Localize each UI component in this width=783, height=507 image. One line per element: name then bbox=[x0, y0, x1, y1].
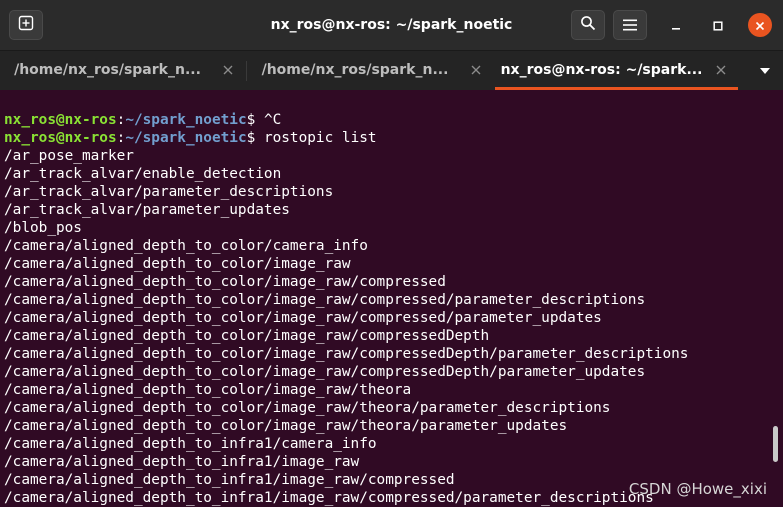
tab-2[interactable]: /home/nx_ros/spark_n... bbox=[247, 51, 493, 90]
command-text: rostopic list bbox=[255, 130, 377, 146]
tab-close-icon[interactable] bbox=[221, 63, 235, 77]
minimize-icon bbox=[671, 16, 681, 35]
output-line: /blob_pos bbox=[4, 220, 82, 236]
search-button[interactable] bbox=[571, 10, 605, 40]
tab-close-icon[interactable] bbox=[714, 63, 728, 77]
prompt-colon: : bbox=[116, 112, 126, 128]
prompt-colon: : bbox=[116, 130, 126, 146]
output-line: /camera/aligned_depth_to_infra1/camera_i… bbox=[4, 436, 377, 452]
new-tab-button[interactable] bbox=[9, 10, 43, 40]
minimize-button[interactable] bbox=[664, 13, 688, 37]
tab-close-icon[interactable] bbox=[469, 63, 483, 77]
output-line: /camera/aligned_depth_to_color/image_raw… bbox=[4, 346, 689, 362]
command-line: nx_ros@nx-ros:~/spark_noetic$ rostopic l… bbox=[4, 129, 769, 147]
output-line: /camera/aligned_depth_to_color/image_raw… bbox=[4, 382, 412, 398]
close-button[interactable] bbox=[748, 13, 772, 37]
prompt-path: ~/spark_noetic bbox=[125, 130, 247, 146]
search-icon bbox=[580, 15, 596, 35]
output-line: /camera/aligned_depth_to_color/image_raw… bbox=[4, 310, 602, 326]
output-line: /ar_track_alvar/parameter_descriptions bbox=[4, 184, 334, 200]
output-line: /camera/aligned_depth_to_color/image_raw… bbox=[4, 274, 446, 290]
watermark: CSDN @Howe_xixi bbox=[628, 480, 767, 498]
new-tab-icon bbox=[18, 15, 34, 35]
prompt-path: ~/spark_noetic bbox=[125, 112, 247, 128]
output-line: /camera/aligned_depth_to_color/image_raw… bbox=[4, 328, 490, 344]
tab-3-active[interactable]: nx_ros@nx-ros: ~/spark... bbox=[495, 51, 738, 90]
tab-label: /home/nx_ros/spark_n... bbox=[261, 62, 449, 78]
maximize-button[interactable] bbox=[706, 13, 730, 37]
command-line: nx_ros@nx-ros:~/spark_noetic$ ^C bbox=[4, 111, 769, 129]
scrollbar-thumb[interactable] bbox=[773, 426, 778, 462]
output-line: /ar_track_alvar/parameter_updates bbox=[4, 202, 290, 218]
output-line: /camera/aligned_depth_to_infra1/image_ra… bbox=[4, 454, 360, 470]
output-line: /camera/aligned_depth_to_color/image_raw… bbox=[4, 418, 568, 434]
output-line: /camera/aligned_depth_to_color/image_raw bbox=[4, 256, 351, 272]
output-line: /ar_pose_marker bbox=[4, 148, 134, 164]
close-icon bbox=[755, 16, 765, 35]
command-text: ^C bbox=[255, 112, 282, 128]
terminal-output[interactable]: nx_ros@nx-ros:~/spark_noetic$ ^C nx_ros@… bbox=[0, 90, 783, 507]
maximize-icon bbox=[713, 16, 723, 35]
output-line: /ar_track_alvar/enable_detection bbox=[4, 166, 282, 182]
prompt-user-host: nx_ros@nx-ros bbox=[4, 130, 117, 146]
prompt-symbol: $ bbox=[246, 112, 256, 128]
prompt-symbol: $ bbox=[246, 130, 256, 146]
output-line: /camera/aligned_depth_to_color/image_raw… bbox=[4, 292, 646, 308]
tab-label: /home/nx_ros/spark_n... bbox=[14, 62, 201, 78]
tab-bar: /home/nx_ros/spark_n... /home/nx_ros/spa… bbox=[0, 50, 783, 90]
terminal-window: nx_ros@nx-ros: ~/spark_noetic /home/nx_r… bbox=[0, 0, 783, 507]
tab-label: nx_ros@nx-ros: ~/spark... bbox=[500, 62, 703, 78]
prompt-user-host: nx_ros@nx-ros bbox=[4, 112, 117, 128]
output-line: /camera/aligned_depth_to_color/image_raw… bbox=[4, 400, 611, 416]
output-line: /camera/aligned_depth_to_color/camera_in… bbox=[4, 238, 368, 254]
hamburger-menu-icon bbox=[623, 16, 637, 35]
chevron-down-icon[interactable] bbox=[757, 63, 773, 79]
tab-1[interactable]: /home/nx_ros/spark_n... bbox=[0, 51, 245, 90]
output-line: /camera/aligned_depth_to_color/image_raw… bbox=[4, 364, 646, 380]
title-bar[interactable]: nx_ros@nx-ros: ~/spark_noetic bbox=[0, 0, 783, 50]
menu-button[interactable] bbox=[613, 10, 647, 40]
